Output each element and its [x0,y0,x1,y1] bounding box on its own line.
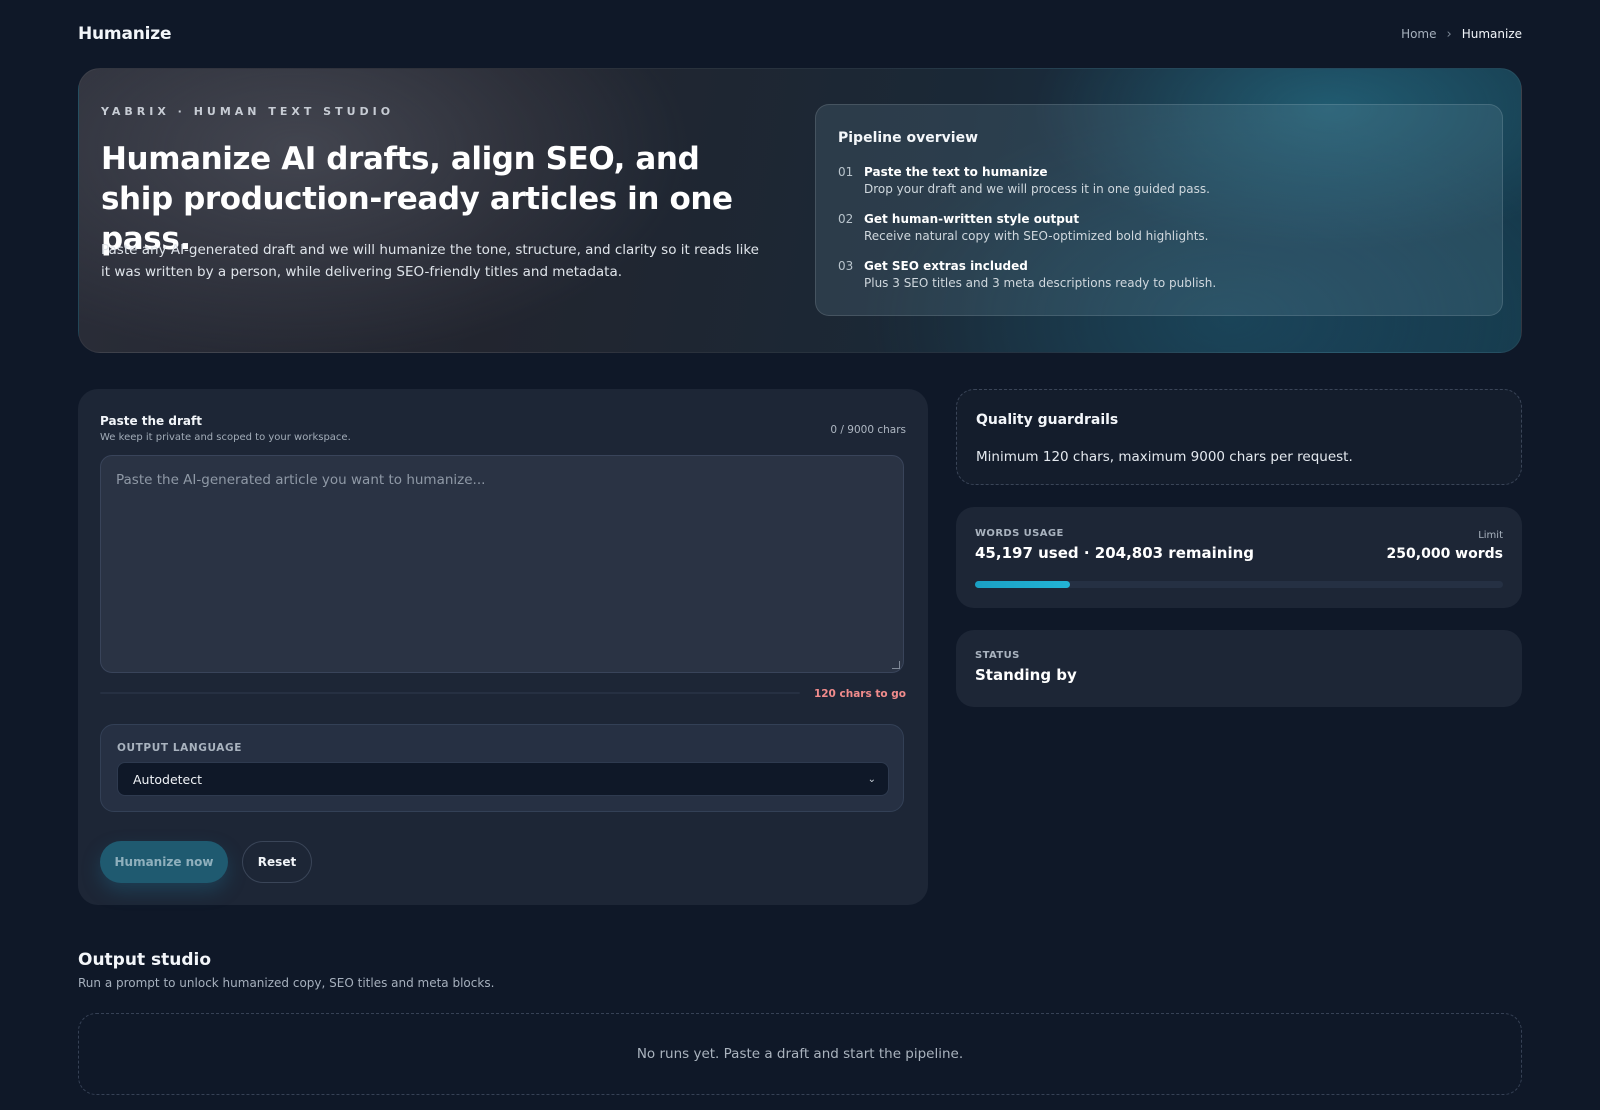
usage-label: WORDS USAGE [975,528,1064,539]
breadcrumb: Home › Humanize [1401,27,1522,42]
draft-textarea[interactable]: Paste the AI-generated article you want … [100,455,904,673]
hero-description: Paste any AI-generated draft and we will… [101,242,759,280]
step-description: Plus 3 SEO titles and 3 meta description… [864,276,1217,290]
output-language-select[interactable]: Autodetect ⌄ [117,762,889,796]
draft-sublabel: We keep it private and scoped to your wo… [100,432,351,443]
output-language-panel: OUTPUT LANGUAGE Autodetect ⌄ [100,724,904,812]
pipeline-step: 03 Get SEO extras included Plus 3 SEO ti… [838,259,1216,290]
top-bar: Humanize Home › Humanize [78,20,1522,48]
pipeline-step: 01 Paste the text to humanize Drop your … [838,165,1210,196]
chars-to-go-hint: 120 chars to go [813,688,906,700]
pipeline-step: 02 Get human-written style output Receiv… [838,212,1208,243]
output-studio-title: Output studio [78,950,212,970]
draft-label: Paste the draft [100,414,202,428]
humanize-now-button[interactable]: Humanize now [100,841,228,883]
status-label: STATUS [975,650,1020,661]
status-value: Standing by [975,666,1077,684]
hero-banner: YABRIX · HUMAN TEXT STUDIO Humanize AI d… [78,68,1522,353]
status-card: STATUS Standing by [956,630,1522,707]
step-number: 02 [838,212,854,226]
output-language-label: OUTPUT LANGUAGE [117,742,242,754]
step-description: Receive natural copy with SEO-optimized … [864,229,1209,243]
quality-guardrails-card: Quality guardrails Minimum 120 chars, ma… [956,389,1522,485]
chevron-right-icon: › [1446,26,1452,42]
brand-name[interactable]: Humanize [78,24,171,44]
guardrails-title: Quality guardrails [976,412,1119,428]
limit-label: Limit [1478,530,1503,541]
guardrails-text: Minimum 120 chars, maximum 9000 chars pe… [976,449,1353,465]
chevron-down-icon: ⌄ [867,773,876,785]
draft-card: Paste the draft We keep it private and s… [78,389,928,905]
resize-handle-icon[interactable] [892,661,900,669]
output-empty-state: No runs yet. Paste a draft and start the… [78,1013,1522,1095]
limit-value: 250,000 words [1386,546,1503,562]
step-number: 03 [838,259,854,273]
step-title: Get human-written style output [864,212,1080,226]
step-title: Paste the text to humanize [864,165,1048,179]
char-counter: 0 / 9000 chars [830,424,906,436]
char-progress-track [100,692,800,694]
reset-button[interactable]: Reset [242,841,312,883]
hero-eyebrow: YABRIX · HUMAN TEXT STUDIO [101,105,395,118]
usage-progress-bar [975,581,1503,588]
selected-language: Autodetect [133,771,203,787]
breadcrumb-home[interactable]: Home [1401,27,1436,41]
textarea-placeholder: Paste the AI-generated article you want … [116,472,486,488]
empty-state-text: No runs yet. Paste a draft and start the… [636,1046,964,1062]
step-number: 01 [838,165,854,179]
pipeline-overview: Pipeline overview 01 Paste the text to h… [815,104,1503,316]
usage-value: 45,197 used · 204,803 remaining [975,544,1255,562]
pipeline-title: Pipeline overview [838,130,979,146]
breadcrumb-current: Humanize [1461,27,1522,41]
step-title: Get SEO extras included [864,259,1028,273]
output-studio-subtitle: Run a prompt to unlock humanized copy, S… [78,976,495,990]
words-usage-card: WORDS USAGE 45,197 used · 204,803 remain… [956,507,1522,608]
step-description: Drop your draft and we will process it i… [864,182,1210,196]
usage-progress-fill [975,581,1071,588]
